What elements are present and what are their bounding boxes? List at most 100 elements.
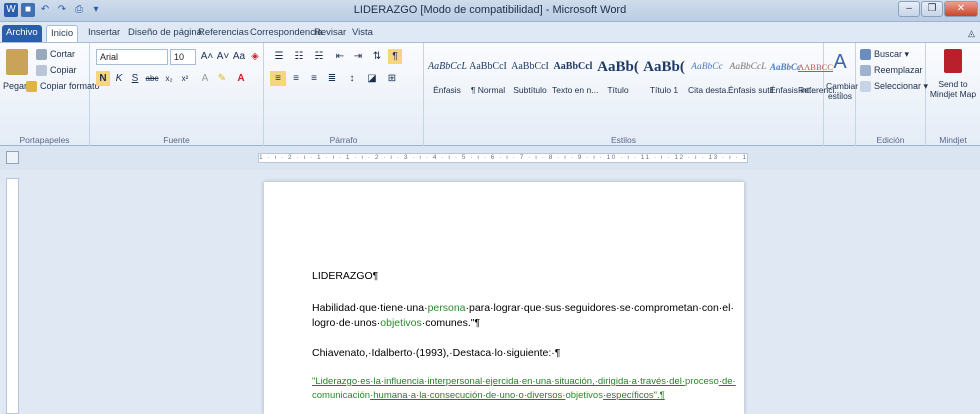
doc-paragraph-1-line-2[interactable]: logro·de·unos·objetivos·comunes."¶: [312, 317, 480, 329]
change-styles-button[interactable]: Cambiar estilos: [826, 81, 858, 101]
font-name-combo[interactable]: Arial: [96, 49, 168, 65]
bullets-icon[interactable]: ☰: [270, 49, 288, 64]
style-sample: AaBbCcl: [553, 61, 593, 72]
font-color-icon[interactable]: A: [234, 71, 248, 86]
clipboard-group: Pegar Cortar Copiar Copiar formato Porta…: [0, 43, 100, 147]
document-page[interactable]: LIDERAZGO¶ Habilidad·que·tiene·una·perso…: [264, 182, 744, 414]
help-icon[interactable]: ◬: [964, 25, 979, 42]
align-left-icon[interactable]: ≡: [270, 71, 286, 86]
doc-heading[interactable]: LIDERAZGO¶: [312, 270, 378, 282]
subscript-button[interactable]: x₂: [162, 71, 176, 86]
binoculars-icon: [860, 49, 871, 61]
superscript-button[interactable]: x²: [178, 71, 192, 86]
tab-selector[interactable]: [6, 151, 19, 164]
tab-revisar[interactable]: Revisar: [310, 25, 350, 42]
close-button[interactable]: ✕: [944, 1, 978, 17]
copy-icon: [36, 65, 47, 77]
tab-archivo[interactable]: Archivo: [2, 25, 42, 42]
style-cita-destacada[interactable]: AaBbCc Cita desta...: [688, 49, 733, 121]
copy-label: Copiar: [50, 65, 77, 75]
align-center-icon[interactable]: ≡: [288, 71, 304, 86]
style-referencia[interactable]: AABBCC Referenci...: [798, 49, 841, 121]
style-subtitulo[interactable]: AaBbCcI Subtítulo: [510, 49, 550, 121]
tab-vista[interactable]: Vista: [348, 25, 377, 42]
style-titulo[interactable]: AaBb( Título: [596, 49, 640, 121]
doc-quote-line-2[interactable]: comunicación·humana·a·la·consecución·de·…: [312, 390, 665, 401]
styles-group: AaBbCcL Énfasis AaBbCcI ¶ Normal AaBbCcI…: [424, 43, 841, 147]
mindjet-icon[interactable]: [944, 49, 962, 73]
style-enfasis-sutil[interactable]: AaBbCcL Énfasis sutil: [728, 49, 774, 121]
strikethrough-button[interactable]: abc: [144, 71, 160, 86]
cut-button[interactable]: Cortar: [36, 49, 75, 61]
select-label: Seleccionar: [874, 81, 922, 91]
text-run-highlight: objetivos: [565, 390, 603, 401]
style-sample: AaBbCcL: [428, 61, 467, 72]
decrease-indent-icon[interactable]: ⇤: [332, 49, 348, 64]
style-name: ¶ Normal: [470, 85, 506, 95]
select-icon: [860, 81, 871, 93]
change-case-button[interactable]: Aa: [232, 49, 246, 64]
style-sample: AaBbCc: [691, 62, 723, 72]
clipboard-group-label: Portapapeles: [19, 135, 70, 145]
line-spacing-icon[interactable]: ↕: [344, 71, 360, 86]
font-group: Arial 10 A˄ A˅ Aa ◈ N K S abc x₂ x² A ✎ …: [90, 43, 264, 147]
paste-icon[interactable]: [6, 49, 28, 75]
change-styles-icon[interactable]: A: [828, 49, 852, 75]
text-run-highlight: objetivos: [380, 317, 422, 329]
grow-font-button[interactable]: A˄: [200, 49, 214, 64]
style-normal[interactable]: AaBbCcI ¶ Normal: [468, 49, 508, 121]
bold-button[interactable]: N: [96, 71, 110, 86]
tab-referencias[interactable]: Referencias: [194, 25, 253, 42]
increase-indent-icon[interactable]: ⇥: [350, 49, 366, 64]
tab-insertar[interactable]: Insertar: [84, 25, 124, 42]
paste-button[interactable]: Pegar: [3, 81, 27, 91]
numbering-icon[interactable]: ☷: [290, 49, 308, 64]
replace-button[interactable]: Reemplazar: [860, 65, 923, 77]
style-name: Texto en n...: [552, 85, 599, 95]
doc-quote-line-1[interactable]: "Liderazgo·es·la·influencia·interpersona…: [312, 376, 736, 387]
align-right-icon[interactable]: ≡: [306, 71, 322, 86]
send-to-mindjet-button[interactable]: Send to Mindjet Map: [928, 79, 978, 99]
style-name: Título 1: [649, 85, 679, 95]
style-name: Énfasis: [433, 85, 461, 95]
borders-icon[interactable]: ⊞: [384, 71, 400, 86]
text-run: ·humana·a·la·consecución·de·uno·o·divers…: [370, 390, 566, 401]
style-texto-en-negrita[interactable]: AaBbCcl Texto en n...: [552, 49, 599, 121]
shrink-font-button[interactable]: A˅: [216, 49, 230, 64]
doc-paragraph-2[interactable]: Chiavenato,·Idalberto·(1993),·Destaca·lo…: [312, 347, 560, 359]
horizontal-ruler[interactable]: 1 · ı · 2 · ı · 1 · ı · 1 · ı · 2 · ı · …: [258, 153, 748, 163]
font-size-combo[interactable]: 10: [170, 49, 196, 65]
replace-icon: [860, 65, 871, 77]
sort-icon[interactable]: ⇅: [370, 49, 384, 64]
text-effects-icon[interactable]: A: [198, 71, 212, 86]
vertical-ruler[interactable]: [6, 178, 19, 414]
style-enfasis-intenso[interactable]: AaBbCc Énfasis int...: [770, 49, 816, 121]
restore-button[interactable]: ❐: [921, 1, 943, 17]
style-name: Énfasis sutil: [728, 85, 774, 95]
font-group-label: Fuente: [163, 135, 190, 145]
select-button[interactable]: Seleccionar ▾: [860, 81, 928, 93]
style-enfasis[interactable]: AaBbCcL Énfasis: [428, 49, 467, 121]
text-run: ·de·: [718, 376, 736, 387]
find-button[interactable]: Buscar ▾: [860, 49, 909, 61]
highlight-icon[interactable]: ✎: [214, 71, 230, 86]
tab-inicio[interactable]: Inicio: [46, 25, 79, 42]
find-label: Buscar: [874, 49, 903, 59]
minimize-button[interactable]: –: [898, 1, 920, 17]
doc-paragraph-1-line-1[interactable]: Habilidad·que·tiene·una·persona·para·log…: [312, 302, 734, 314]
justify-icon[interactable]: ≣: [324, 71, 340, 86]
copy-button[interactable]: Copiar: [36, 65, 77, 77]
clear-format-icon[interactable]: ◈: [248, 49, 262, 64]
style-sample: AABBCC: [798, 62, 833, 72]
format-painter-button[interactable]: Copiar formato: [26, 81, 100, 93]
brush-icon: [26, 81, 37, 93]
style-titulo-1[interactable]: AaBb( Título 1: [642, 49, 686, 121]
ribbon: Pegar Cortar Copiar Copiar formato Porta…: [0, 42, 980, 147]
shading-icon[interactable]: ◪: [364, 71, 380, 86]
multilevel-list-icon[interactable]: ☵: [310, 49, 328, 64]
text-run: ·para·lograr·que·sus·seguidores·se·compr…: [465, 302, 734, 314]
italic-button[interactable]: K: [112, 71, 126, 86]
editing-group: Buscar ▾ Reemplazar Seleccionar ▾ Edició…: [856, 43, 928, 147]
show-marks-icon[interactable]: ¶: [388, 49, 402, 64]
underline-button[interactable]: S: [128, 71, 142, 86]
